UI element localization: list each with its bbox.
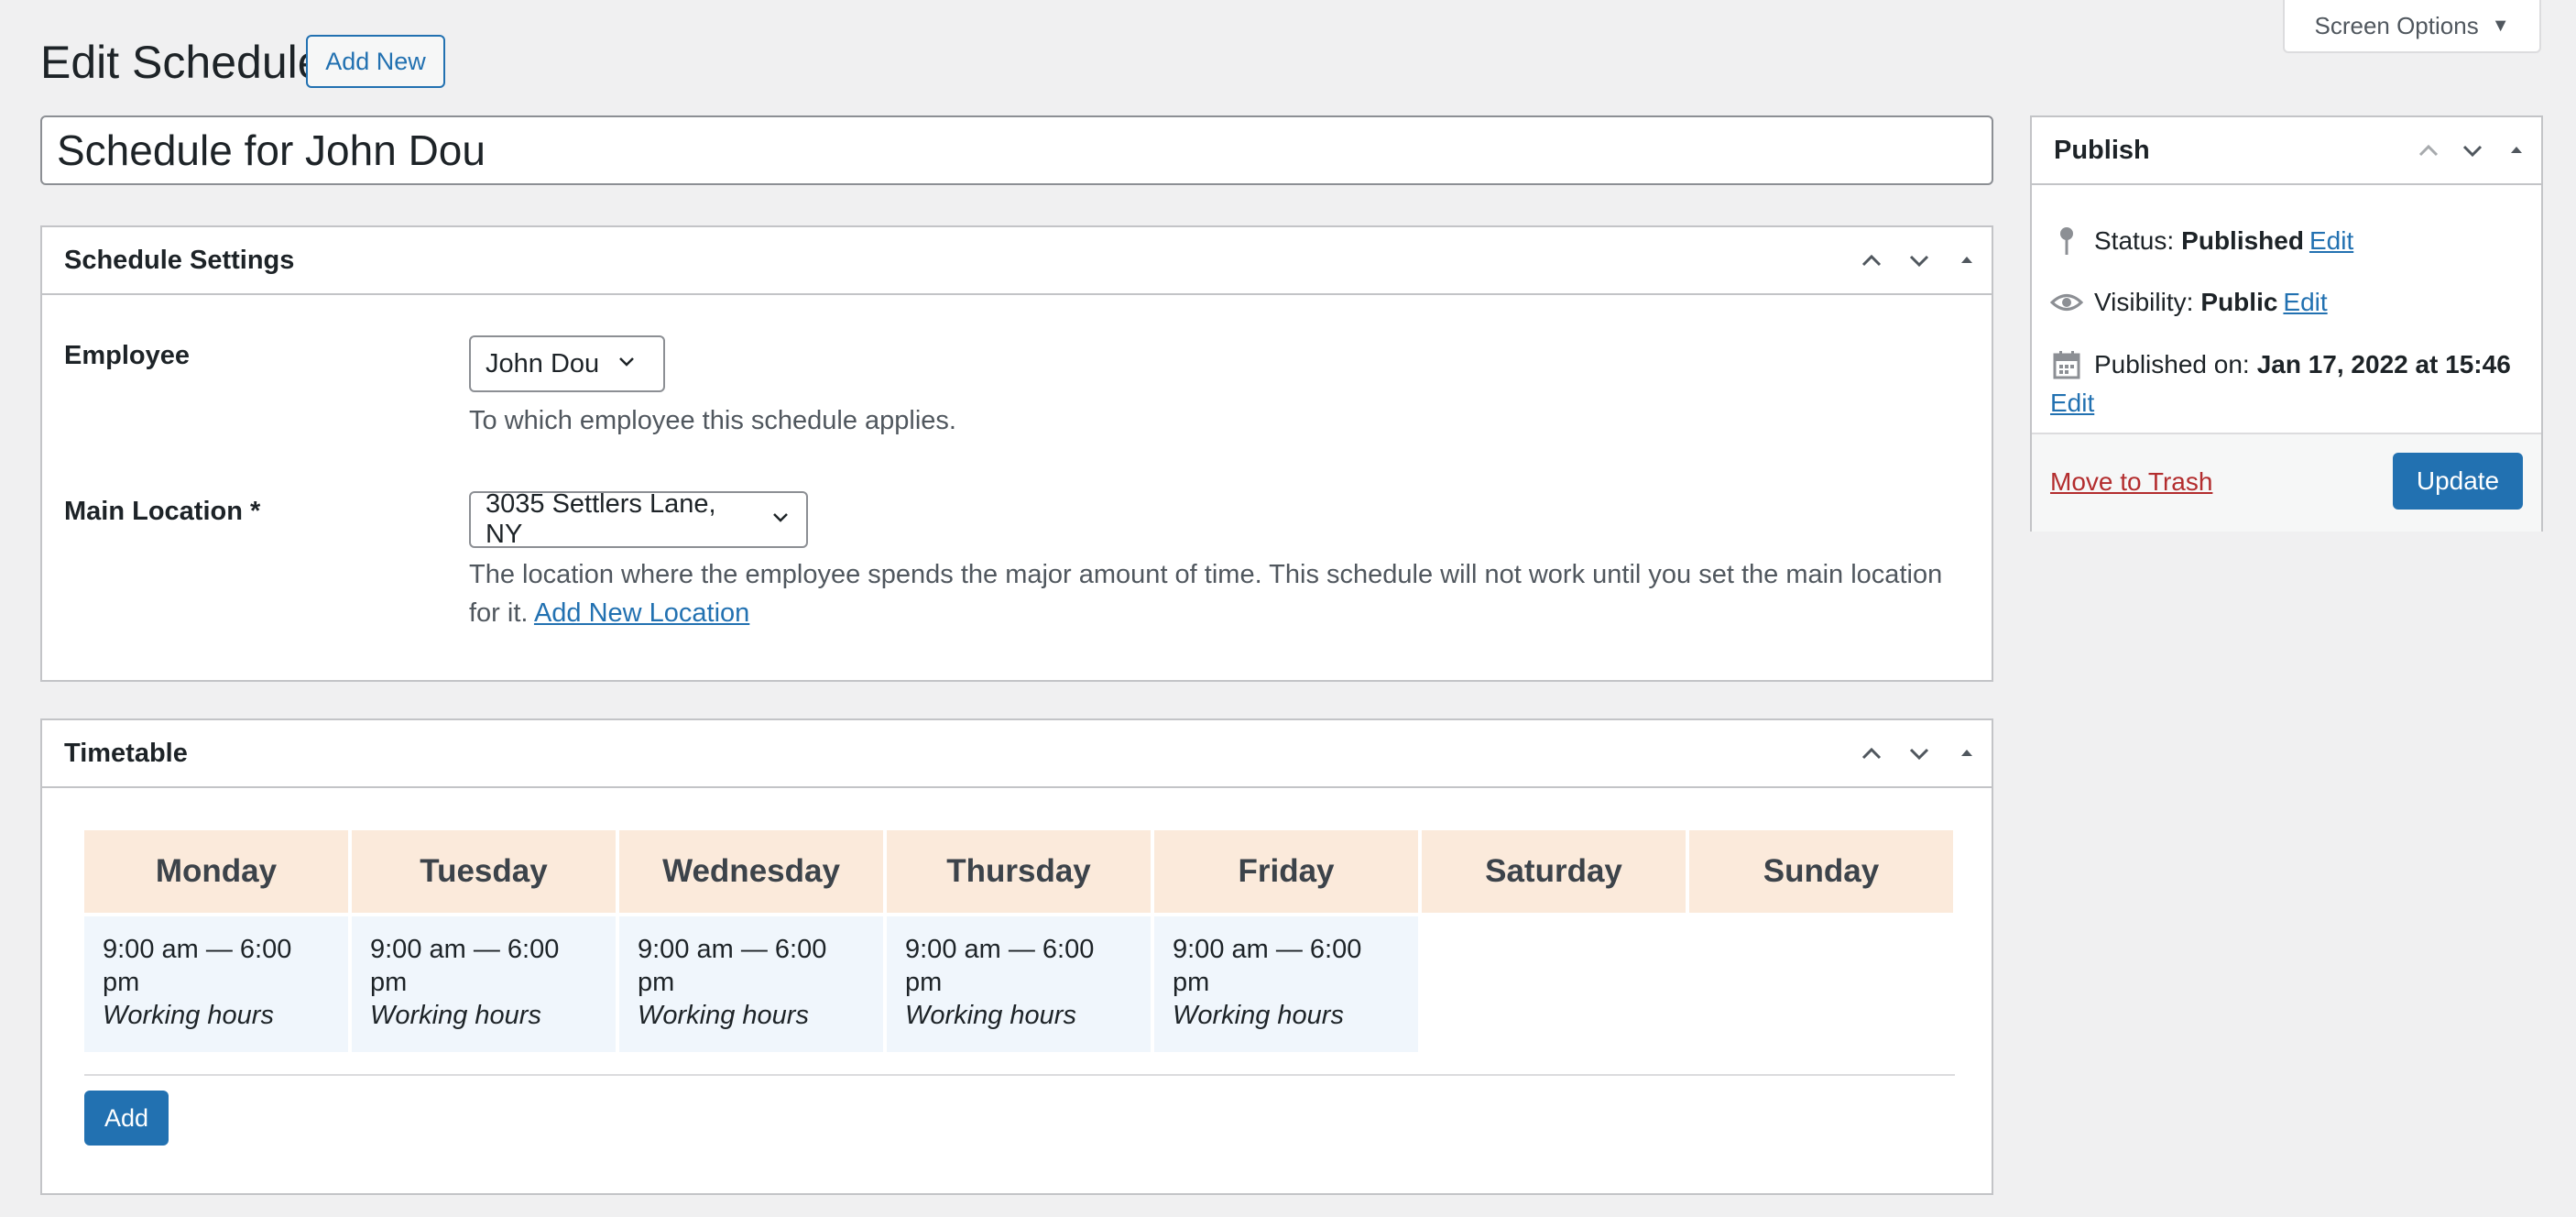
schedule-settings-header: Schedule Settings: [42, 227, 1992, 295]
visibility-value: Public: [2200, 288, 2278, 316]
published-on-label: Published on:: [2094, 350, 2250, 378]
visibility-label: Visibility:: [2094, 288, 2194, 316]
page-title: Edit Schedule: [40, 37, 323, 88]
status-row: Status: Published Edit: [2050, 225, 2353, 257]
day-header-saturday: Saturday: [1422, 830, 1686, 913]
add-new-location-link[interactable]: Add New Location: [534, 598, 749, 628]
day-header-tuesday: Tuesday: [352, 830, 616, 913]
timetable-entry[interactable]: 9:00 am — 6:00 pm Working hours: [887, 916, 1151, 1052]
employee-label: Employee: [64, 341, 190, 370]
publish-header: Publish: [2032, 117, 2541, 185]
day-header-sunday: Sunday: [1689, 830, 1953, 913]
box-handle-actions: [2415, 117, 2530, 183]
add-new-button[interactable]: Add New: [306, 35, 445, 88]
entry-type: Working hours: [1173, 1001, 1344, 1030]
timetable-title: Timetable: [64, 738, 188, 768]
main-location-select[interactable]: 3035 Settlers Lane, NY: [469, 489, 808, 549]
published-on-value: Jan 17, 2022 at 15:46: [2256, 350, 2511, 378]
timetable-header: Timetable: [42, 720, 1992, 788]
edit-status-link[interactable]: Edit: [2309, 226, 2353, 256]
screen-options-button[interactable]: Screen Options ▼: [2283, 0, 2541, 53]
caret-down-icon: ▼: [2491, 15, 2510, 36]
move-down-icon[interactable]: [1905, 247, 1933, 274]
update-button[interactable]: Update: [2393, 453, 2523, 510]
day-header-thursday: Thursday: [887, 830, 1151, 913]
employee-description: To which employee this schedule applies.: [469, 406, 956, 435]
pin-icon: [2050, 225, 2083, 257]
schedule-title-input[interactable]: Schedule for John Dou: [40, 115, 1993, 185]
edit-date-link[interactable]: Edit: [2050, 389, 2094, 418]
screen-options-label: Screen Options: [2314, 11, 2479, 39]
box-handle-actions: [1858, 720, 1981, 786]
entry-time: 9:00 am — 6:00 pm: [638, 935, 827, 997]
move-up-icon[interactable]: [2415, 137, 2442, 164]
move-down-icon[interactable]: [1905, 740, 1933, 767]
main-location-label: Main Location *: [64, 497, 261, 526]
move-up-icon[interactable]: [1858, 247, 1885, 274]
timetable-entry[interactable]: 9:00 am — 6:00 pm Working hours: [619, 916, 883, 1052]
schedule-settings-title: Schedule Settings: [64, 245, 295, 275]
main-location-description: The location where the employee spends t…: [469, 555, 1971, 632]
entry-type: Working hours: [638, 1001, 809, 1030]
eye-icon: [2050, 291, 2083, 314]
box-handle-actions: [1858, 227, 1981, 293]
schedule-settings-box: Schedule Settings Employee John Dou To w…: [40, 225, 1993, 682]
published-on-row: Published on: Jan 17, 2022 at 15:46: [2050, 350, 2516, 379]
entry-type: Working hours: [905, 1001, 1076, 1030]
chevron-down-icon: [616, 349, 638, 379]
timetable-box: Timetable Monday Tuesday Wednesday Thurs…: [40, 718, 1993, 1195]
entry-time: 9:00 am — 6:00 pm: [905, 935, 1095, 997]
divider: [84, 1074, 1955, 1076]
entry-time: 9:00 am — 6:00 pm: [103, 935, 292, 997]
calendar-icon: [2050, 350, 2083, 379]
entry-time: 9:00 am — 6:00 pm: [370, 935, 560, 997]
toggle-panel-icon[interactable]: [1953, 740, 1981, 767]
day-header-friday: Friday: [1154, 830, 1418, 913]
status-label: Status:: [2094, 226, 2175, 255]
toggle-panel-icon[interactable]: [1953, 247, 1981, 274]
move-down-icon[interactable]: [2459, 137, 2486, 164]
publish-actions: Move to Trash Update: [2032, 433, 2541, 532]
timetable-entry[interactable]: 9:00 am — 6:00 pm Working hours: [352, 916, 616, 1052]
add-entry-button[interactable]: Add: [84, 1091, 169, 1146]
entry-time: 9:00 am — 6:00 pm: [1173, 935, 1362, 997]
entry-type: Working hours: [103, 1001, 274, 1030]
visibility-row: Visibility: Public Edit: [2050, 288, 2328, 317]
employee-select-value: John Dou: [486, 348, 600, 378]
entry-type: Working hours: [370, 1001, 541, 1030]
move-to-trash-link[interactable]: Move to Trash: [2050, 467, 2212, 497]
publish-box: Publish Status: Published Edit Visibilit…: [2030, 115, 2543, 532]
move-up-icon[interactable]: [1858, 740, 1885, 767]
chevron-down-icon: [770, 505, 791, 535]
day-header-monday: Monday: [84, 830, 348, 913]
day-header-wednesday: Wednesday: [619, 830, 883, 913]
main-location-select-value: 3035 Settlers Lane, NY: [486, 489, 716, 549]
timetable-entry[interactable]: 9:00 am — 6:00 pm Working hours: [1154, 916, 1418, 1052]
status-value: Published: [2181, 226, 2304, 255]
timetable-entry[interactable]: 9:00 am — 6:00 pm Working hours: [84, 916, 348, 1052]
edit-visibility-link[interactable]: Edit: [2283, 288, 2327, 317]
toggle-panel-icon[interactable]: [2503, 137, 2530, 164]
employee-select[interactable]: John Dou: [469, 335, 665, 392]
publish-title: Publish: [2054, 135, 2150, 165]
